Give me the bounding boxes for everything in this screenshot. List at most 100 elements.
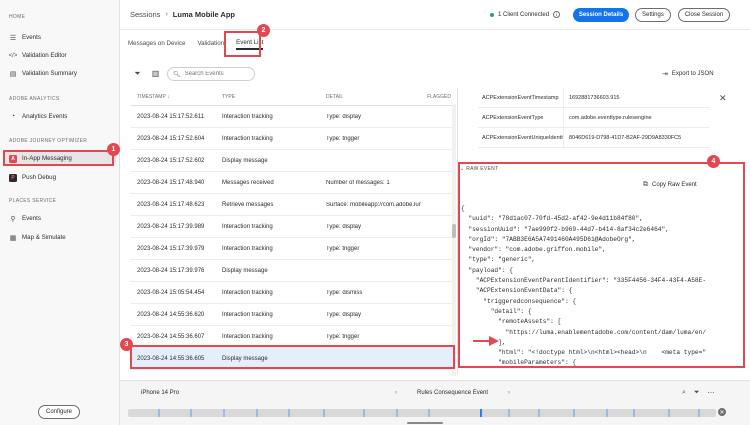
close-session-button[interactable]: Close Session: [678, 8, 730, 22]
table-row[interactable]: 2023-08-24 15:17:52.604 Interaction track…: [130, 128, 454, 150]
annotation-badge-1: 1: [107, 143, 120, 156]
timeline-event-marker[interactable]: [363, 409, 365, 417]
timeline-event-marker[interactable]: [396, 409, 398, 417]
annotation-frame-2: [224, 31, 261, 57]
sidebar-item-map-simulate[interactable]: ▦ Map & Simulate: [4, 230, 116, 245]
sidebar-item-places-events[interactable]: ⚲ Events: [4, 211, 116, 226]
columns-icon[interactable]: ▥: [151, 69, 160, 78]
cell-detail: Type: trigger: [326, 245, 360, 252]
cell-type: Interaction tracking: [222, 289, 273, 296]
push-icon: P: [9, 173, 17, 182]
cell-type: Messages received: [222, 179, 274, 186]
client-status: 1 Client Connected i: [490, 11, 561, 18]
timeline-track[interactable]: [128, 409, 716, 417]
cell-detail: Type: display: [326, 113, 362, 120]
chevron-right-icon[interactable]: ›: [508, 390, 510, 396]
sidebar-item-label: Validation Summary: [22, 70, 77, 77]
info-icon[interactable]: i: [553, 11, 561, 18]
table-row[interactable]: 2023-08-24 15:17:39.989 Interaction track…: [130, 216, 454, 238]
filter-icon[interactable]: ⏷: [694, 389, 700, 397]
table-header: TIMESTAMP ↓ TYPE DETAIL FLAGGED: [130, 88, 454, 106]
table-row[interactable]: 2023-08-24 15:17:48.940 Messages received…: [130, 172, 454, 194]
timeline-event-marker[interactable]: [158, 409, 160, 417]
attribute-table: ACPExtensionEventTimestamp 1692881736603…: [478, 87, 710, 148]
sidebar-item-label: Push Debug: [22, 174, 57, 181]
resize-handle[interactable]: [407, 422, 443, 424]
scrollbar-thumb[interactable]: [452, 224, 456, 238]
sidebar-item-label: Events: [22, 215, 41, 222]
sidebar-item-validation-summary[interactable]: ▤ Validation Summary: [4, 66, 116, 81]
event-type-label: Rules Consequence Event: [417, 390, 489, 396]
export-icon: ⇥: [662, 71, 668, 78]
cell-type: Interaction tracking: [222, 135, 273, 142]
table-scrollbar[interactable]: [452, 104, 456, 376]
cell-timestamp: 2023-08-24 14:55:36.607: [137, 333, 205, 340]
filter-icon[interactable]: ⏷: [133, 69, 142, 78]
timeline-event-marker[interactable]: [323, 409, 325, 417]
timeline-event-marker[interactable]: [668, 409, 670, 417]
status-dot-icon: [490, 12, 494, 17]
attribute-key: ACPExtensionEventTimestamp: [478, 87, 564, 108]
timeline-event-marker[interactable]: [223, 409, 225, 417]
tab-messages-on-device[interactable]: Messages on Device: [128, 36, 185, 50]
zoom-icon[interactable]: ⌕: [682, 389, 686, 397]
cell-type: Interaction tracking: [222, 223, 273, 230]
device-selector[interactable]: iPhone 14 Pro: [137, 390, 179, 396]
table-row[interactable]: 2023-08-24 15:17:52.602 Display message: [130, 150, 454, 172]
cell-timestamp: 2023-08-24 15:17:52.604: [137, 135, 205, 142]
sidebar-item-events[interactable]: ☰ Events: [4, 30, 116, 45]
timeline-event-marker[interactable]: [698, 409, 700, 417]
cell-type: Interaction tracking: [222, 311, 273, 318]
header-timestamp[interactable]: TIMESTAMP ↓: [130, 94, 222, 100]
cell-timestamp: 2023-08-24 15:17:39.979: [137, 245, 205, 252]
annotation-badge-2: 2: [257, 24, 270, 37]
close-panel-icon[interactable]: ✕: [719, 93, 727, 104]
timeline-event-marker[interactable]: [633, 409, 635, 417]
timeline-event-marker[interactable]: [573, 409, 575, 417]
table-row[interactable]: 2023-08-24 15:17:48.623 Retrieve messages…: [130, 194, 454, 216]
timeline-event-marker[interactable]: [190, 409, 192, 417]
annotation-badge-4: 4: [707, 155, 720, 168]
cell-detail: Type: display: [326, 223, 362, 230]
search-input[interactable]: [184, 71, 255, 77]
annotation-frame-3: [130, 345, 455, 369]
chevron-left-icon[interactable]: ‹: [395, 390, 397, 396]
sidebar-item-validation-editor[interactable]: </> Validation Editor: [4, 48, 116, 63]
export-json-button[interactable]: ⇥ Export to JSON: [662, 70, 714, 78]
settings-button[interactable]: Settings: [635, 8, 671, 22]
session-details-button[interactable]: Session Details: [573, 8, 629, 22]
header-type[interactable]: TYPE: [222, 94, 326, 100]
header-flagged[interactable]: FLAGGED: [421, 94, 451, 100]
sidebar-item-analytics-events[interactable]: ◔ Analytics Events: [4, 109, 116, 124]
table-row[interactable]: 2023-08-24 15:17:52.611 Interaction track…: [130, 106, 454, 128]
timeline-event-marker[interactable]: [606, 409, 608, 417]
table-row[interactable]: 2023-08-24 15:17:39.976 Display message: [130, 260, 454, 282]
table-row[interactable]: 2023-08-24 14:55:36.620 Interaction track…: [130, 304, 454, 326]
search-box[interactable]: 🔍︎: [167, 67, 255, 81]
table-row[interactable]: 2023-08-24 15:17:39.979 Interaction track…: [130, 238, 454, 260]
header-detail[interactable]: DETAIL: [326, 94, 421, 100]
timeline-event-marker[interactable]: [538, 409, 540, 417]
timeline-event-marker[interactable]: [508, 409, 510, 417]
breadcrumb-root[interactable]: Sessions: [130, 10, 160, 19]
timeline-event-marker[interactable]: [288, 409, 290, 417]
cell-timestamp: 2023-08-24 14:55:36.620: [137, 311, 205, 318]
cell-type: Retrieve messages: [222, 201, 274, 208]
timeline-event-marker[interactable]: [428, 409, 430, 417]
table-row[interactable]: 2023-08-24 15:05:54.454 Interaction track…: [130, 282, 454, 304]
code-icon: </>: [8, 52, 18, 59]
section-title-home: HOME: [9, 14, 26, 20]
cell-detail: Surface: mobileapp://com.adobe.lum: [326, 201, 421, 208]
attribute-value: 1692881736603.915: [569, 94, 620, 101]
more-icon[interactable]: ⋯: [708, 389, 715, 397]
tab-validation[interactable]: Validation: [197, 36, 224, 50]
configure-button[interactable]: Configure: [38, 405, 80, 419]
cell-detail: Type: display: [326, 311, 362, 318]
search-icon: 🔍︎: [173, 71, 181, 78]
section-title-places: PLACES SERVICE: [9, 198, 57, 204]
timeline-event-marker[interactable]: [256, 409, 258, 417]
timeline-event-marker[interactable]: [480, 409, 482, 417]
sidebar-item-label: Analytics Events: [22, 113, 68, 120]
sidebar-item-push-debug[interactable]: P Push Debug: [4, 170, 116, 185]
clear-timeline-icon[interactable]: ✕: [718, 408, 726, 416]
